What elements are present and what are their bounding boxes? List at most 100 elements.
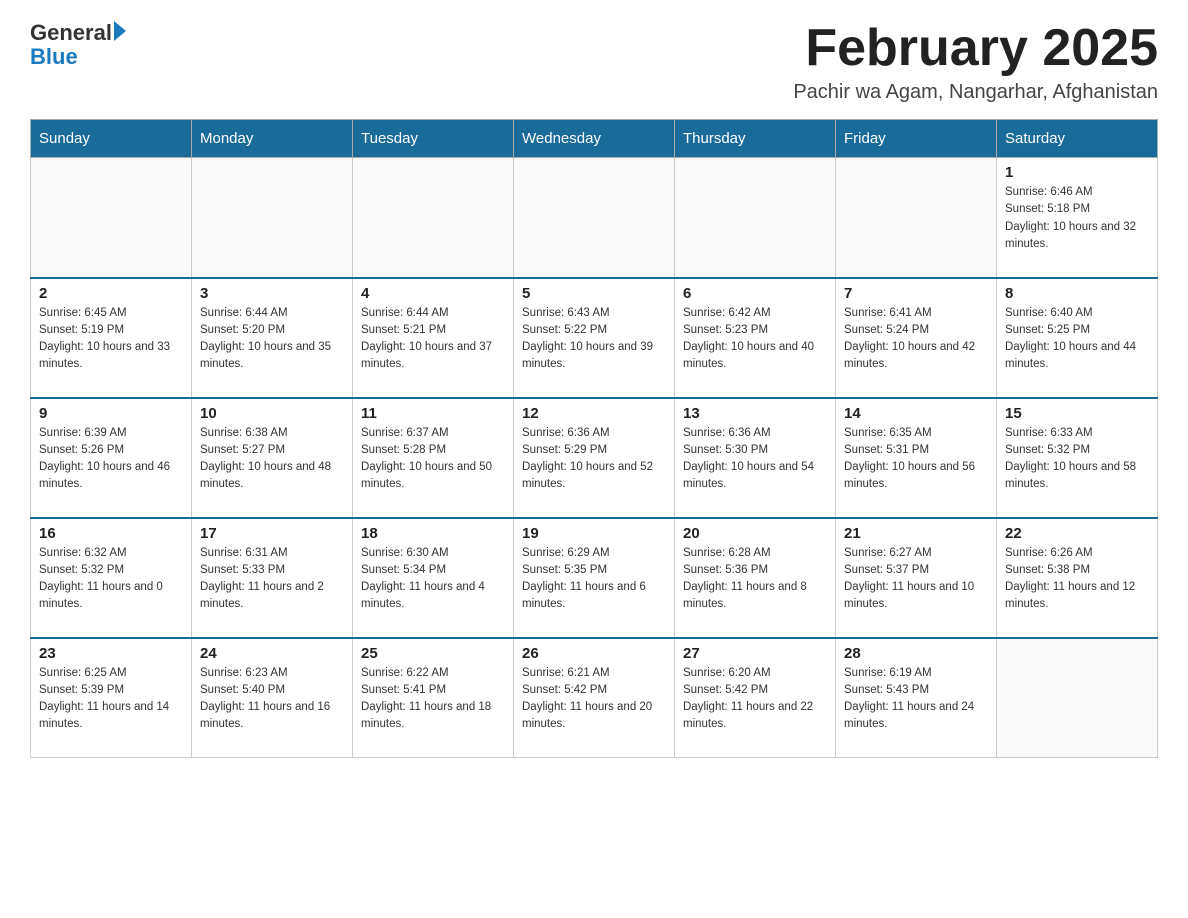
day-info: Sunrise: 6:29 AM Sunset: 5:35 PM Dayligh…: [522, 545, 666, 614]
day-info: Sunrise: 6:37 AM Sunset: 5:28 PM Dayligh…: [361, 425, 505, 494]
day-number: 12: [522, 405, 666, 422]
calendar-cell: 2 Sunrise: 6:45 AM Sunset: 5:19 PM Daylig…: [31, 278, 192, 398]
day-number: 21: [844, 525, 988, 542]
day-number: 6: [683, 285, 827, 302]
title-section: February 2025 Pachir wa Agam, Nangarhar,…: [793, 20, 1158, 104]
calendar-cell: 13 Sunrise: 6:36 AM Sunset: 5:30 PM Dayli…: [675, 398, 836, 518]
calendar-cell: 15 Sunrise: 6:33 AM Sunset: 5:32 PM Dayli…: [997, 398, 1158, 518]
day-info: Sunrise: 6:25 AM Sunset: 5:39 PM Dayligh…: [39, 665, 183, 734]
calendar-cell: 22 Sunrise: 6:26 AM Sunset: 5:38 PM Dayli…: [997, 518, 1158, 638]
day-info: Sunrise: 6:36 AM Sunset: 5:29 PM Dayligh…: [522, 425, 666, 494]
day-info: Sunrise: 6:45 AM Sunset: 5:19 PM Dayligh…: [39, 305, 183, 374]
location-subtitle: Pachir wa Agam, Nangarhar, Afghanistan: [793, 81, 1158, 104]
logo-general: General: [30, 20, 112, 46]
calendar-cell: 4 Sunrise: 6:44 AM Sunset: 5:21 PM Daylig…: [353, 278, 514, 398]
day-number: 4: [361, 285, 505, 302]
day-info: Sunrise: 6:22 AM Sunset: 5:41 PM Dayligh…: [361, 665, 505, 734]
calendar-cell: 18Sunrise: 6:30 AM Sunset: 5:34 PM Dayli…: [353, 518, 514, 638]
calendar-cell: 14 Sunrise: 6:35 AM Sunset: 5:31 PM Dayli…: [836, 398, 997, 518]
day-info: Sunrise: 6:20 AM Sunset: 5:42 PM Dayligh…: [683, 665, 827, 734]
calendar-cell: 19 Sunrise: 6:29 AM Sunset: 5:35 PM Dayli…: [514, 518, 675, 638]
month-title: February 2025: [793, 20, 1158, 77]
day-number: 22: [1005, 525, 1149, 542]
day-number: 17: [200, 525, 344, 542]
day-header-sunday: Sunday: [31, 120, 192, 158]
calendar-cell: 17 Sunrise: 6:31 AM Sunset: 5:33 PM Dayli…: [192, 518, 353, 638]
day-number: 20: [683, 525, 827, 542]
day-number: 14: [844, 405, 988, 422]
day-number: 2: [39, 285, 183, 302]
day-info: Sunrise: 6:44 AM Sunset: 5:20 PM Dayligh…: [200, 305, 344, 374]
day-number: 24: [200, 645, 344, 662]
calendar-week-1: 1 Sunrise: 6:46 AM Sunset: 5:18 PM Daylig…: [31, 158, 1158, 278]
day-info: Sunrise: 6:35 AM Sunset: 5:31 PM Dayligh…: [844, 425, 988, 494]
calendar-cell: 10Sunrise: 6:38 AM Sunset: 5:27 PM Dayli…: [192, 398, 353, 518]
calendar-cell: 28Sunrise: 6:19 AM Sunset: 5:43 PM Dayli…: [836, 638, 997, 758]
day-header-saturday: Saturday: [997, 120, 1158, 158]
day-number: 23: [39, 645, 183, 662]
day-header-wednesday: Wednesday: [514, 120, 675, 158]
calendar-week-3: 9 Sunrise: 6:39 AM Sunset: 5:26 PM Daylig…: [31, 398, 1158, 518]
logo: General Blue: [30, 20, 126, 70]
day-info: Sunrise: 6:42 AM Sunset: 5:23 PM Dayligh…: [683, 305, 827, 374]
calendar-cell: [31, 158, 192, 278]
calendar-cell: [836, 158, 997, 278]
day-info: Sunrise: 6:21 AM Sunset: 5:42 PM Dayligh…: [522, 665, 666, 734]
day-number: 13: [683, 405, 827, 422]
day-number: 15: [1005, 405, 1149, 422]
calendar-cell: 1 Sunrise: 6:46 AM Sunset: 5:18 PM Daylig…: [997, 158, 1158, 278]
calendar-cell: 9 Sunrise: 6:39 AM Sunset: 5:26 PM Daylig…: [31, 398, 192, 518]
calendar-cell: 6 Sunrise: 6:42 AM Sunset: 5:23 PM Daylig…: [675, 278, 836, 398]
day-number: 26: [522, 645, 666, 662]
day-info: Sunrise: 6:33 AM Sunset: 5:32 PM Dayligh…: [1005, 425, 1149, 494]
day-header-tuesday: Tuesday: [353, 120, 514, 158]
page-header: General Blue February 2025 Pachir wa Aga…: [30, 20, 1158, 104]
calendar-cell: [353, 158, 514, 278]
day-number: 25: [361, 645, 505, 662]
calendar-cell: 16 Sunrise: 6:32 AM Sunset: 5:32 PM Dayli…: [31, 518, 192, 638]
day-info: Sunrise: 6:32 AM Sunset: 5:32 PM Dayligh…: [39, 545, 183, 614]
day-number: 16: [39, 525, 183, 542]
calendar-cell: 7 Sunrise: 6:41 AM Sunset: 5:24 PM Daylig…: [836, 278, 997, 398]
day-number: 27: [683, 645, 827, 662]
day-info: Sunrise: 6:36 AM Sunset: 5:30 PM Dayligh…: [683, 425, 827, 494]
day-info: Sunrise: 6:46 AM Sunset: 5:18 PM Dayligh…: [1005, 184, 1149, 253]
day-info: Sunrise: 6:43 AM Sunset: 5:22 PM Dayligh…: [522, 305, 666, 374]
day-info: Sunrise: 6:26 AM Sunset: 5:38 PM Dayligh…: [1005, 545, 1149, 614]
day-info: Sunrise: 6:31 AM Sunset: 5:33 PM Dayligh…: [200, 545, 344, 614]
day-header-thursday: Thursday: [675, 120, 836, 158]
calendar-cell: [514, 158, 675, 278]
day-info: Sunrise: 6:44 AM Sunset: 5:21 PM Dayligh…: [361, 305, 505, 374]
day-header-monday: Monday: [192, 120, 353, 158]
day-info: Sunrise: 6:30 AM Sunset: 5:34 PM Dayligh…: [361, 545, 505, 614]
day-info: Sunrise: 6:23 AM Sunset: 5:40 PM Dayligh…: [200, 665, 344, 734]
day-info: Sunrise: 6:41 AM Sunset: 5:24 PM Dayligh…: [844, 305, 988, 374]
day-number: 19: [522, 525, 666, 542]
logo-blue: Blue: [30, 44, 78, 70]
calendar-header-row: SundayMondayTuesdayWednesdayThursdayFrid…: [31, 120, 1158, 158]
calendar-week-4: 16 Sunrise: 6:32 AM Sunset: 5:32 PM Dayli…: [31, 518, 1158, 638]
day-info: Sunrise: 6:40 AM Sunset: 5:25 PM Dayligh…: [1005, 305, 1149, 374]
day-header-friday: Friday: [836, 120, 997, 158]
day-info: Sunrise: 6:28 AM Sunset: 5:36 PM Dayligh…: [683, 545, 827, 614]
day-number: 3: [200, 285, 344, 302]
calendar-cell: 24 Sunrise: 6:23 AM Sunset: 5:40 PM Dayli…: [192, 638, 353, 758]
day-number: 1: [1005, 164, 1149, 181]
calendar-cell: [997, 638, 1158, 758]
day-number: 7: [844, 285, 988, 302]
calendar-cell: 3 Sunrise: 6:44 AM Sunset: 5:20 PM Daylig…: [192, 278, 353, 398]
calendar-cell: 20 Sunrise: 6:28 AM Sunset: 5:36 PM Dayli…: [675, 518, 836, 638]
calendar-week-2: 2 Sunrise: 6:45 AM Sunset: 5:19 PM Daylig…: [31, 278, 1158, 398]
day-number: 28: [844, 645, 988, 662]
day-info: Sunrise: 6:39 AM Sunset: 5:26 PM Dayligh…: [39, 425, 183, 494]
calendar-cell: 23 Sunrise: 6:25 AM Sunset: 5:39 PM Dayli…: [31, 638, 192, 758]
calendar-cell: 11Sunrise: 6:37 AM Sunset: 5:28 PM Dayli…: [353, 398, 514, 518]
calendar-cell: 12 Sunrise: 6:36 AM Sunset: 5:29 PM Dayli…: [514, 398, 675, 518]
day-info: Sunrise: 6:27 AM Sunset: 5:37 PM Dayligh…: [844, 545, 988, 614]
calendar-cell: 27 Sunrise: 6:20 AM Sunset: 5:42 PM Dayli…: [675, 638, 836, 758]
calendar-cell: 26 Sunrise: 6:21 AM Sunset: 5:42 PM Dayli…: [514, 638, 675, 758]
calendar-cell: [192, 158, 353, 278]
day-number: 9: [39, 405, 183, 422]
calendar-cell: 21 Sunrise: 6:27 AM Sunset: 5:37 PM Dayli…: [836, 518, 997, 638]
day-info: Sunrise: 6:38 AM Sunset: 5:27 PM Dayligh…: [200, 425, 344, 494]
